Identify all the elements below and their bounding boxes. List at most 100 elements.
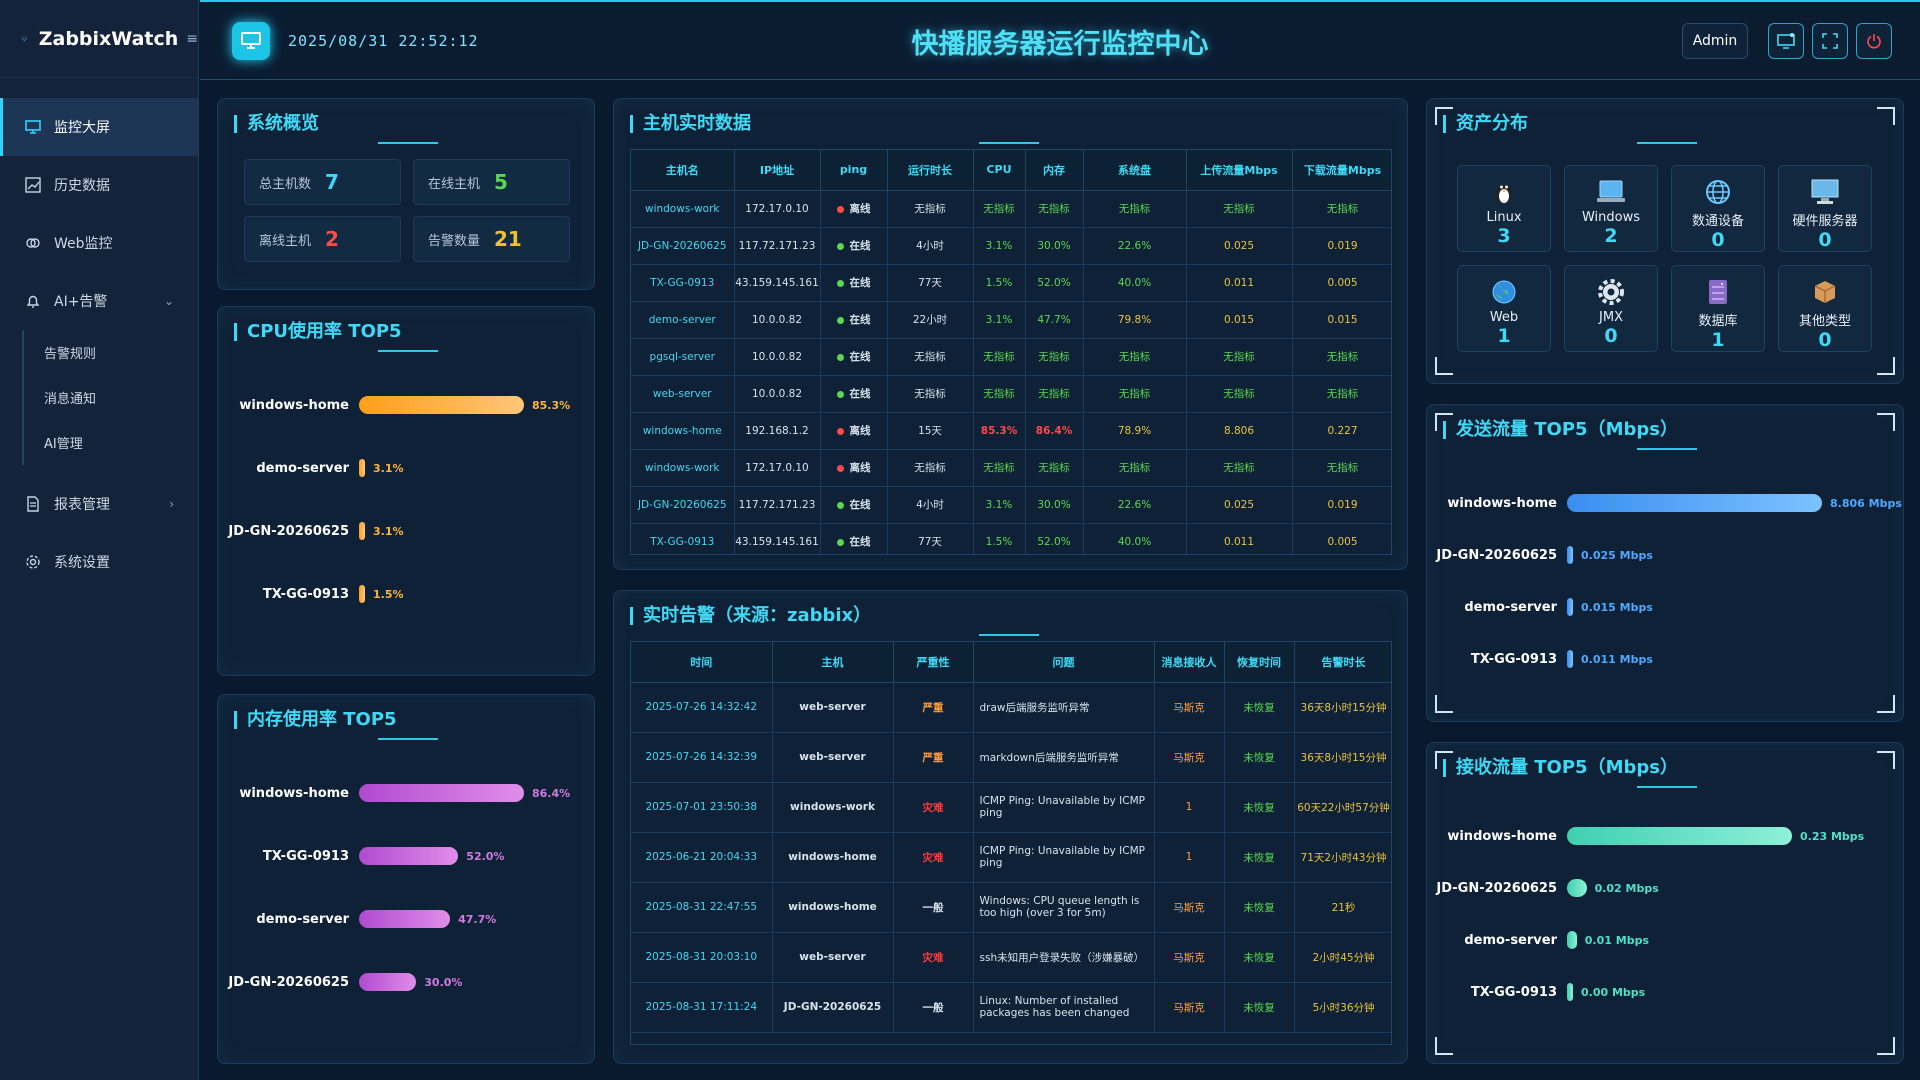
download-value: 无指标 [1292, 338, 1391, 376]
user-button[interactable]: Admin [1682, 23, 1748, 59]
nav-item-ai-alerts[interactable]: AI+告警 ⌄ [0, 272, 198, 330]
mem-value: 30.0% [1025, 227, 1084, 265]
stat-value: 2 [325, 227, 339, 251]
table-row[interactable]: 2025-06-21 20:04:33 windows-home 灾难 ICMP Pi… [631, 832, 1391, 883]
table-row[interactable]: windows-home 192.168.1.2 离线 15天 85.3% 86.4% 78… [631, 412, 1391, 450]
asset-card[interactable]: Linux 3 [1457, 165, 1551, 252]
cpu-value-text: 3.1% [985, 313, 1013, 326]
title-underline [1637, 448, 1697, 450]
disk-value-text: 78.9% [1117, 424, 1152, 437]
ip-address: 192.168.1.2 [734, 412, 821, 450]
asset-card[interactable]: Windows 2 [1564, 165, 1658, 252]
power-button[interactable] [1856, 23, 1892, 59]
disk-value-text: 无指标 [1118, 203, 1151, 215]
sub-item-ai-management[interactable]: AI管理 [22, 420, 198, 465]
alert-severity: 灾难 [893, 782, 974, 833]
sub-item-alert-rules[interactable]: 告警规则 [22, 330, 198, 375]
download-value-text: 0.019 [1327, 498, 1358, 511]
ip-address-text: 10.0.0.82 [751, 387, 803, 400]
cpu-value: 3.1% [973, 486, 1026, 524]
sidebar: ZabbixWatch ≡ 监控大屏 历史数据 Web监控 AI+告警 ⌄ 告警… [0, 0, 199, 1080]
cpu-value: 1.5% [973, 523, 1026, 554]
stat-value: 21 [494, 227, 522, 251]
cpu-value-text: 无指标 [983, 351, 1015, 363]
table-row[interactable]: windows-work 172.17.0.10 离线 无指标 无指标 无指标 无指标 无指标… [631, 449, 1391, 487]
asset-card[interactable]: JMX 0 [1564, 265, 1658, 352]
nav-item-web-monitor[interactable]: Web监控 [0, 214, 198, 272]
table-row[interactable]: TX-GG-0913 43.159.145.161 在线 77天 1.5% 52.0% 40… [631, 523, 1391, 554]
table-row[interactable]: 2025-08-31 20:03:10 web-server 灾难 ssh未知用户登录… [631, 932, 1391, 983]
table-row[interactable]: JD-GN-20260625 117.72.171.23 在线 4小时 3.1% 30.0… [631, 486, 1391, 524]
upload-value: 无指标 [1186, 190, 1293, 228]
bar [1567, 983, 1573, 1001]
globe-icon [1672, 176, 1764, 208]
nav-item-settings[interactable]: 系统设置 [0, 533, 198, 591]
uptime-text: 77天 [918, 536, 942, 548]
uptime: 77天 [887, 264, 974, 302]
mem-value-text: 47.7% [1037, 313, 1071, 326]
bar-value: 0.23 Mbps [1800, 830, 1865, 843]
asset-card[interactable]: 硬件服务器 0 [1778, 165, 1872, 252]
ip-address: 117.72.171.23 [734, 486, 821, 524]
table-row[interactable]: 2025-07-26 14:32:42 web-server 严重 draw后端服务监… [631, 682, 1391, 733]
table-row[interactable]: windows-work 172.17.0.10 离线 无指标 无指标 无指标 无指标 无指标… [631, 190, 1391, 228]
host-name: windows-work [631, 449, 735, 487]
nav-item-history[interactable]: 历史数据 [0, 156, 198, 214]
host-name-text: pgsql-server [649, 350, 715, 363]
table-row[interactable]: JD-GN-20260625 117.72.171.23 在线 4小时 3.1% 30.0… [631, 227, 1391, 265]
download-value: 0.227 [1292, 412, 1391, 450]
bar-value: 3.1% [373, 525, 404, 538]
panel-title: 实时告警（来源：zabbix） [630, 607, 871, 625]
alert-problem: Linux: Number of installed packages has … [973, 982, 1155, 1033]
table-row[interactable]: pgsql-server 10.0.0.82 在线 无指标 无指标 无指标 无指标 无指标 无指… [631, 338, 1391, 376]
table-row[interactable]: web-server 10.0.0.82 在线 无指标 无指标 无指标 无指标 无指标 无指标 [631, 375, 1391, 413]
table-row[interactable]: 2025-07-01 23:50:38 windows-work 灾难 ICMP Pi… [631, 782, 1391, 833]
table-row[interactable]: TX-GG-0913 43.159.145.161 在线 77天 1.5% 52.0% 40… [631, 264, 1391, 302]
nav-item-dashboard[interactable]: 监控大屏 [0, 98, 198, 156]
asset-card[interactable]: 数通设备 0 [1671, 165, 1765, 252]
download-value: 0.005 [1292, 523, 1391, 554]
fullscreen-button[interactable] [1812, 23, 1848, 59]
bar-label: JD-GN-20260625 [1436, 548, 1557, 563]
ip-address-text: 172.17.0.10 [745, 202, 809, 215]
upload-value-text: 0.025 [1223, 498, 1255, 511]
asset-card[interactable]: 其他类型 0 [1778, 265, 1872, 352]
host-name-text: demo-server [648, 313, 716, 326]
linux-penguin-icon [1458, 176, 1550, 208]
table-row[interactable]: 2025-08-31 22:47:55 windows-home 一般 Windows… [631, 882, 1391, 933]
status-dot [836, 390, 844, 398]
bar-label: JD-GN-20260625 [228, 524, 349, 539]
column-header: 主机 [772, 642, 894, 683]
asset-card[interactable]: 数据库 1 [1671, 265, 1765, 352]
cpu-value-text: 无指标 [983, 462, 1015, 474]
host-name: TX-GG-0913 [631, 264, 735, 302]
alert-time: 2025-08-31 22:47:55 [631, 882, 773, 933]
alert-duration: 21秒 [1294, 882, 1391, 933]
cpu-value-text: 3.1% [985, 498, 1013, 511]
sub-item-notifications[interactable]: 消息通知 [22, 375, 198, 420]
mem-value: 无指标 [1025, 338, 1084, 376]
table-row[interactable]: 2025-07-26 14:32:39 web-server 严重 markdown后… [631, 732, 1391, 783]
alert-recovery: 未恢复 [1224, 782, 1295, 833]
uptime: 15天 [887, 412, 974, 450]
ip-address: 10.0.0.82 [734, 301, 821, 339]
uptime-text: 无指标 [914, 462, 946, 474]
mem-value: 无指标 [1025, 449, 1084, 487]
alert-duration: 5小时36分钟 [1294, 982, 1391, 1033]
status-dot [836, 242, 844, 250]
panel-title: 发送流量 TOP5（Mbps） [1443, 421, 1678, 439]
table-row[interactable]: demo-server 10.0.0.82 在线 22小时 3.1% 47.7% 79.8%… [631, 301, 1391, 339]
bar-label: TX-GG-0913 [1470, 652, 1557, 667]
alerts-table: 时间 主机 严重性 问题 消息接收人 恢复时间 告警时长 2025-07-26 14:32:… [630, 641, 1392, 1045]
uptime: 无指标 [887, 449, 974, 487]
alert-problem: ICMP Ping: Unavailable by ICMP ping [973, 832, 1155, 883]
ip-address-text: 43.159.145.161 [735, 276, 819, 289]
download-value: 0.019 [1292, 486, 1391, 524]
menu-toggle-icon[interactable]: ≡ [186, 31, 198, 47]
host-table: 主机名 IP地址 ping 运行时长 CPU 内存 系统盘 上传流量Mbps 下载流量Mbps … [630, 149, 1392, 555]
asset-card[interactable]: Web 1 [1457, 265, 1551, 352]
screen-button[interactable] [1768, 23, 1804, 59]
table-row[interactable]: 2025-08-31 17:11:24 JD-GN-20260625 一般 Linux… [631, 982, 1391, 1033]
alert-time: 2025-08-31 20:03:10 [631, 932, 773, 983]
nav-item-reports[interactable]: 报表管理 › [0, 475, 198, 533]
